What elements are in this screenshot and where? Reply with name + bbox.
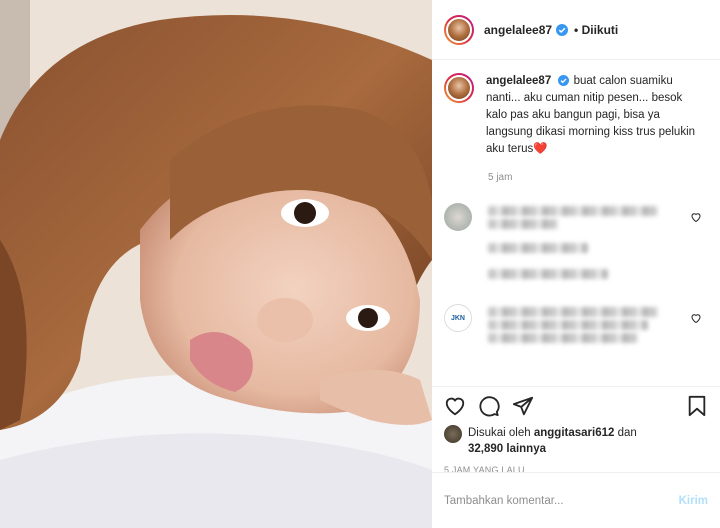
heart-icon[interactable] [444,395,466,417]
post-header: angelalee87 • Diikuti [432,0,720,60]
caption-time: 5 jam [488,172,513,183]
author-avatar[interactable] [444,14,474,45]
caption-body: buat calon suamiku nanti... aku cuman ni… [486,75,696,155]
share-icon[interactable] [512,395,534,417]
comment-avatar[interactable]: JKN [444,304,472,332]
caption-emoji: ❤️ [533,143,548,155]
comment-icon[interactable] [478,395,500,417]
post-actions: Disukai oleh anggitasari612 dan 32,890 l… [432,386,720,475]
verified-icon [558,75,570,87]
author-username[interactable]: angelalee87 [484,23,552,37]
comment-input[interactable] [444,494,679,507]
likes-user[interactable]: anggitasari612 [534,427,615,439]
likes-conjunction: dan [617,427,637,439]
comment-blurred-content [488,304,708,346]
follow-status-label: Diikuti [581,22,619,37]
comment-avatar[interactable] [444,203,472,231]
likes-summary: Disukai oleh anggitasari612 dan 32,890 l… [444,425,708,457]
post-photo[interactable] [0,0,432,528]
add-comment-bar: Kirim [432,472,720,528]
action-icons [444,387,708,425]
caption-username[interactable]: angelalee87 [486,75,551,87]
caption-text: angelalee87 buat calon suamiku nanti... … [486,73,708,158]
liker-avatar[interactable] [444,425,462,443]
bookmark-icon[interactable] [686,395,708,417]
comment-like-heart-icon[interactable] [690,211,702,223]
comment-avatar-logo: JKN [450,314,465,322]
verified-icon [556,23,569,36]
comment-like-heart-icon[interactable] [690,312,702,324]
comment-blurred-content [488,203,708,282]
comment-item [444,203,708,282]
portrait-illustration [0,0,432,528]
post-comment-button[interactable]: Kirim [679,495,708,507]
caption: angelalee87 buat calon suamiku nanti... … [444,73,708,158]
caption-avatar[interactable] [444,73,474,103]
comment-item: JKN [444,304,708,346]
post-detail-panel: angelalee87 • Diikuti angelalee87 buat c… [432,0,720,528]
likes-count[interactable]: 32,890 lainnya [468,443,546,455]
follow-status-button[interactable]: • Diikuti [574,23,618,37]
likes-prefix: Disukai oleh [468,427,531,439]
comments-scroll-area[interactable]: angelalee87 buat calon suamiku nanti... … [432,61,720,386]
